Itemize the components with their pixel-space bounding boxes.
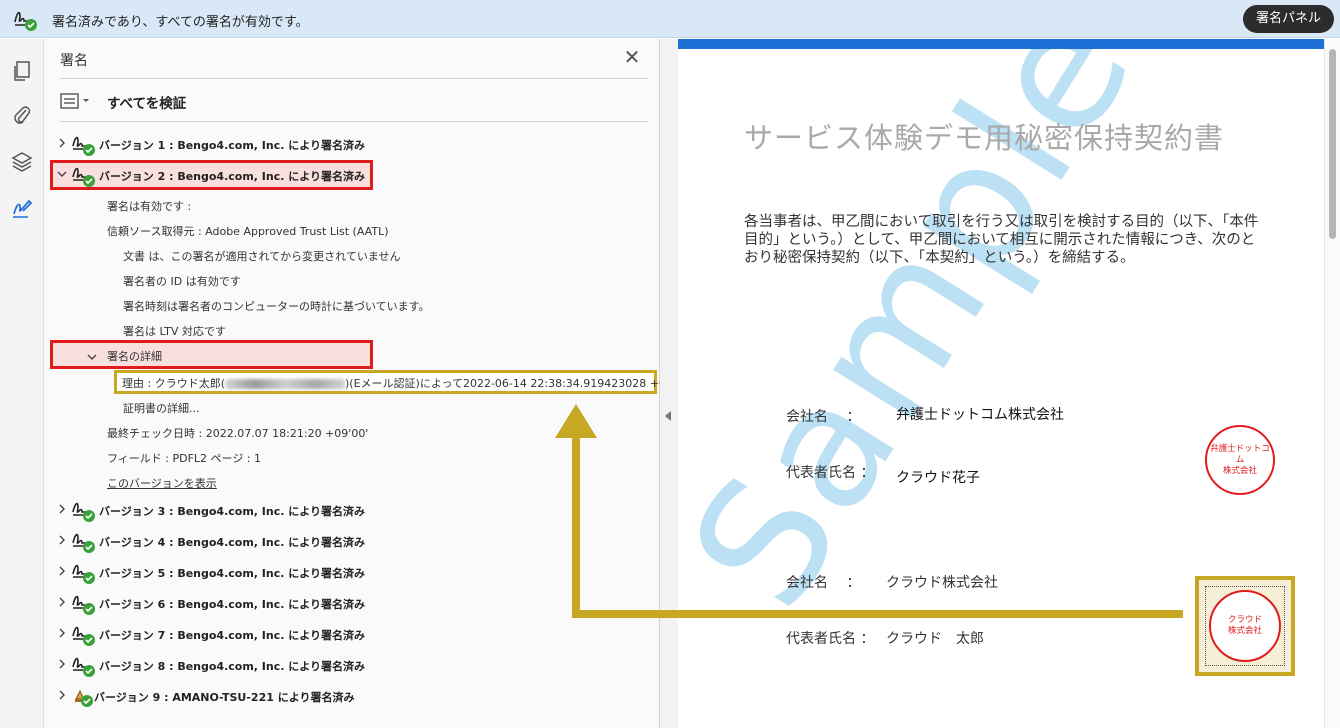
party1-company: 弁護士ドットコム株式会社: [896, 407, 1064, 423]
signature-version-row[interactable]: バージョン 4 : Bengo4.com, Inc. により署名済み: [44, 528, 660, 554]
signature-valid-icon: [72, 502, 95, 522]
party1-rep-label: 代表者氏名 ：: [786, 465, 875, 481]
pages-icon[interactable]: [10, 59, 34, 83]
chevron-down-icon[interactable]: [56, 168, 68, 180]
signature-version-row[interactable]: バージョン 3 : Bengo4.com, Inc. により署名済み: [44, 497, 660, 523]
detail-valid: 署名は有効です :: [107, 200, 192, 213]
collapse-panel-icon[interactable]: [665, 411, 671, 421]
layers-icon[interactable]: [10, 150, 34, 174]
signature-valid-icon: [72, 595, 95, 615]
detail-id-valid: 署名者の ID は有効です: [123, 275, 241, 288]
signature-version-row[interactable]: バージョン 2 : Bengo4.com, Inc. により署名済み: [44, 162, 660, 188]
chevron-right-icon[interactable]: [56, 534, 68, 546]
left-toolbar: [0, 39, 44, 728]
signature-status-bar: 署名済みであり、すべての署名が有効です。 署名パネル: [0, 0, 1340, 38]
chevron-right-icon[interactable]: [56, 137, 68, 149]
detail-reason: 理由 : クラウド太郎()(Eメール認証)によって2022-06-14 22:3…: [122, 377, 701, 390]
document-view: Sample サービス体験デモ用秘密保持契約書 各当事者は、甲乙間において取引を…: [678, 39, 1324, 728]
party1-company-label: 会社名 ：: [786, 409, 861, 425]
divider: [60, 78, 648, 79]
panel-title: 署名: [60, 53, 88, 69]
highlight-box: [50, 340, 373, 369]
signature-details-toggle[interactable]: 署名の詳細: [107, 348, 162, 364]
signature-valid-icon: [72, 657, 95, 677]
signature-field-highlight[interactable]: クラウド 株式会社: [1195, 576, 1295, 676]
version-label: バージョン 8 : Bengo4.com, Inc. により署名済み: [99, 660, 366, 673]
status-message: 署名済みであり、すべての署名が有効です。: [52, 15, 309, 30]
certificate-details-link[interactable]: 証明書の詳細...: [123, 400, 200, 416]
detail-last-check: 最終チェック日時 : 2022.07.07 18:21:20 +09'00': [107, 427, 369, 440]
version-label: バージョン 6 : Bengo4.com, Inc. により署名済み: [99, 598, 366, 611]
party2-company: クラウド株式会社: [886, 575, 998, 591]
chevron-right-icon[interactable]: [56, 627, 68, 639]
document-paragraph: 各当事者は、甲乙間において取引を行う又は取引を検討する目的（以下、「本件目的」と…: [744, 214, 1259, 266]
chevron-down-icon[interactable]: [86, 351, 98, 363]
scrollbar-thumb[interactable]: [1329, 49, 1336, 239]
panel-splitter[interactable]: [660, 39, 678, 728]
signature-valid-icon: [72, 136, 95, 156]
document-title: サービス体験デモ用秘密保持契約書: [744, 121, 1225, 155]
detail-ltv: 署名は LTV 対応です: [123, 325, 226, 338]
detail-trust-source: 信頼ソース取得元 : Adobe Approved Trust List (AA…: [107, 225, 389, 238]
close-icon[interactable]: ✕: [622, 47, 642, 67]
signature-version-row[interactable]: バージョン 7 : Bengo4.com, Inc. により署名済み: [44, 621, 660, 647]
party2-rep-label: 代表者氏名 ：: [786, 631, 875, 647]
signature-version-row[interactable]: バージョン 6 : Bengo4.com, Inc. により署名済み: [44, 590, 660, 616]
signature-valid-icon: [72, 564, 95, 584]
chevron-right-icon[interactable]: [56, 503, 68, 515]
signature-panel-button[interactable]: 署名パネル: [1242, 5, 1334, 33]
version-label: バージョン 1 : Bengo4.com, Inc. により署名済み: [99, 139, 366, 152]
version-label: バージョン 2 : Bengo4.com, Inc. により署名済み: [99, 170, 366, 183]
signature-version-row[interactable]: バージョン 1 : Bengo4.com, Inc. により署名済み: [44, 131, 660, 157]
version-label: バージョン 9 : AMANO-TSU-221 により署名済み: [94, 691, 355, 704]
chevron-right-icon[interactable]: [56, 565, 68, 577]
version-label: バージョン 3 : Bengo4.com, Inc. により署名済み: [99, 505, 366, 518]
company-seal: クラウド 株式会社: [1209, 590, 1281, 662]
list-options-icon[interactable]: [60, 93, 90, 109]
attachment-icon[interactable]: [10, 103, 34, 127]
version-label: バージョン 7 : Bengo4.com, Inc. により署名済み: [99, 629, 366, 642]
timestamp-signature-icon: [75, 689, 93, 707]
version-label: バージョン 4 : Bengo4.com, Inc. により署名済み: [99, 536, 366, 549]
signature-version-row[interactable]: バージョン 9 : AMANO-TSU-221 により署名済み: [44, 683, 660, 709]
verify-all-button[interactable]: すべてを検証: [107, 92, 186, 112]
company-seal: 弁護士ドットコム 株式会社: [1205, 425, 1275, 495]
party2-company-label: 会社名 ：: [786, 575, 861, 591]
show-version-link[interactable]: このバージョンを表示: [107, 475, 217, 491]
detail-time-note: 署名時刻は署名者のコンピューターの時計に基づいています。: [123, 300, 430, 313]
divider: [60, 121, 648, 122]
signature-valid-icon: [72, 533, 95, 553]
party1-rep: クラウド花子: [896, 470, 980, 486]
signature-valid-icon: [72, 626, 95, 646]
signature-valid-icon: [14, 11, 37, 31]
version-label: バージョン 5 : Bengo4.com, Inc. により署名済み: [99, 567, 366, 580]
party2-rep: クラウド 太郎: [886, 631, 984, 647]
signature-version-row[interactable]: バージョン 8 : Bengo4.com, Inc. により署名済み: [44, 652, 660, 678]
chevron-right-icon[interactable]: [56, 596, 68, 608]
chevron-right-icon[interactable]: [56, 658, 68, 670]
signature-version-row[interactable]: バージョン 5 : Bengo4.com, Inc. により署名済み: [44, 559, 660, 585]
detail-field: フィールド : PDFL2 ページ : 1: [107, 452, 262, 465]
vertical-scrollbar[interactable]: [1324, 39, 1340, 728]
chevron-right-icon[interactable]: [56, 689, 68, 701]
detail-not-modified: 文書 は、この署名が適用されてから変更されていません: [123, 250, 401, 263]
signature-valid-icon: [72, 167, 95, 187]
signature-panel: 署名 ✕ すべてを検証 バージョン 1 : Bengo4.com, Inc. に…: [44, 39, 701, 728]
signature-icon[interactable]: [10, 196, 34, 220]
